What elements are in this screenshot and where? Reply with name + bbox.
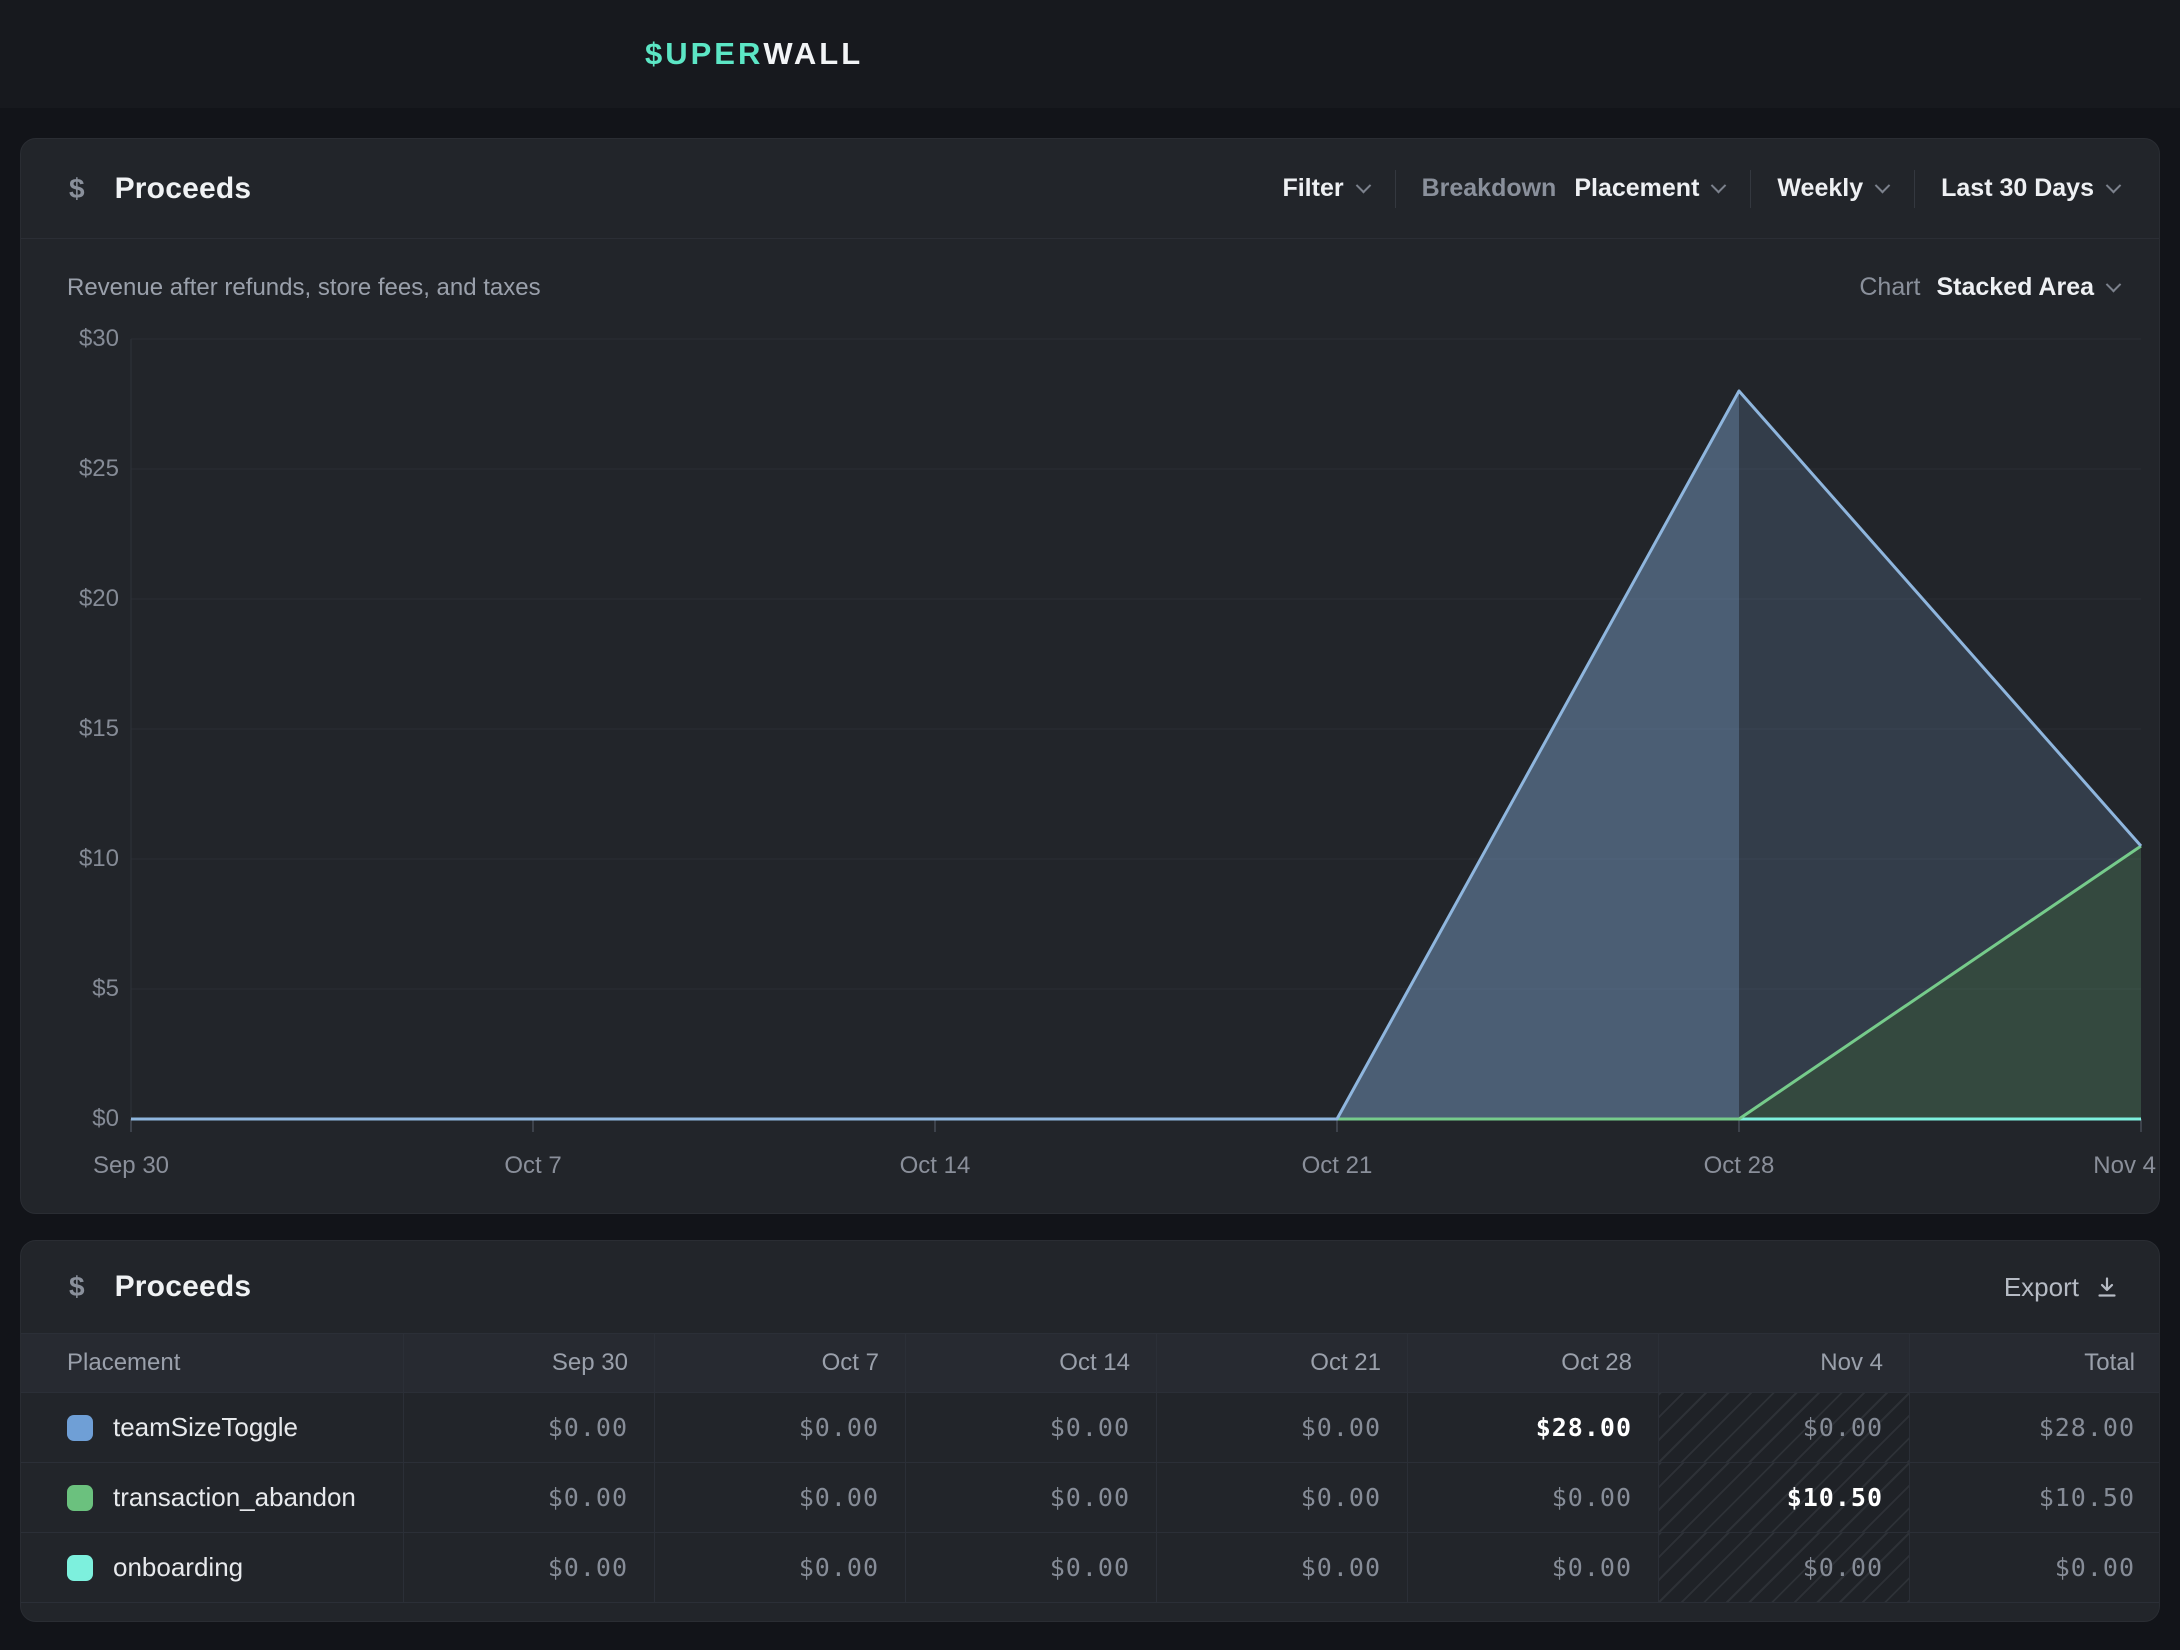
table-cell: $0.00	[1659, 1393, 1910, 1463]
logo-prefix: $UPER	[645, 36, 763, 72]
y-tick-label: $15	[29, 714, 119, 744]
area-teamSizeToggle	[131, 391, 1739, 1119]
breakdown-dropdown-value: Placement	[1574, 174, 1699, 203]
column-header-oct-21: Oct 21	[1157, 1333, 1408, 1393]
date-range-dropdown[interactable]: Last 30 Days	[1941, 174, 2119, 203]
filter-dropdown-label: Filter	[1282, 174, 1343, 203]
table-row-label: teamSizeToggle	[21, 1393, 404, 1463]
export-button[interactable]: Export	[2004, 1272, 2119, 1303]
table-cell: $0.00	[1659, 1533, 1910, 1603]
column-header-oct-28: Oct 28	[1408, 1333, 1659, 1393]
column-header-oct-7: Oct 7	[655, 1333, 906, 1393]
table-cell: $10.50	[1659, 1463, 1910, 1533]
table-cell: $0.00	[404, 1533, 655, 1603]
chart-type-dropdown-value: Stacked Area	[1937, 273, 2095, 302]
table-row-label: onboarding	[21, 1533, 404, 1603]
filter-dropdown[interactable]: Filter	[1282, 174, 1368, 203]
column-header-total: Total	[1910, 1333, 2160, 1393]
y-tick-label: $20	[29, 584, 119, 614]
chart-type-dropdown[interactable]: Chart Stacked Area	[1859, 273, 2119, 302]
y-tick-label: $25	[29, 454, 119, 484]
chart-panel-title: Proceeds	[115, 172, 252, 206]
placement-name: teamSizeToggle	[113, 1412, 298, 1443]
placement-name: transaction_abandon	[113, 1482, 356, 1513]
chart-subheader: Revenue after refunds, store fees, and t…	[21, 239, 2159, 302]
series-color-swatch	[67, 1555, 93, 1581]
column-header-nov-4: Nov 4	[1659, 1333, 1910, 1393]
proceeds-table: PlacementSep 30Oct 7Oct 14Oct 21Oct 28No…	[21, 1333, 2159, 1603]
table-cell: $0.00	[655, 1533, 906, 1603]
chevron-down-icon	[1355, 178, 1371, 194]
table-row-label: transaction_abandon	[21, 1463, 404, 1533]
logo-suffix: WALL	[763, 36, 863, 72]
table-cell: $0.00	[1157, 1393, 1408, 1463]
dollar-icon: $	[69, 1271, 85, 1303]
placement-name: onboarding	[113, 1552, 243, 1583]
proceeds-table-panel: $ Proceeds Export PlacementSep 30Oct 7Oc…	[20, 1240, 2160, 1622]
x-tick-label: Oct 7	[433, 1151, 633, 1181]
table-cell: $0.00	[404, 1463, 655, 1533]
y-tick-label: $0	[29, 1104, 119, 1134]
chart-type-dropdown-label: Chart	[1859, 273, 1920, 302]
superwall-logo: $UPERWALL	[645, 0, 863, 108]
table-cell: $0.00	[655, 1393, 906, 1463]
chart-panel-header: $ Proceeds Filter Breakdown Placement We…	[21, 139, 2159, 239]
download-icon	[2095, 1275, 2119, 1299]
table-cell-total: $28.00	[1910, 1393, 2160, 1463]
table-cell: $28.00	[1408, 1393, 1659, 1463]
table-cell-total: $10.50	[1910, 1463, 2160, 1533]
date-range-dropdown-value: Last 30 Days	[1941, 174, 2094, 203]
dollar-icon: $	[69, 173, 85, 205]
breakdown-dropdown-label: Breakdown	[1422, 174, 1557, 203]
table-cell: $0.00	[1408, 1463, 1659, 1533]
divider	[1395, 170, 1396, 208]
chevron-down-icon	[2106, 178, 2122, 194]
table-panel-header: $ Proceeds Export	[21, 1241, 2159, 1333]
table-cell: $0.00	[906, 1393, 1157, 1463]
y-tick-label: $30	[29, 324, 119, 354]
proceeds-chart-panel: $ Proceeds Filter Breakdown Placement We…	[20, 138, 2160, 1214]
table-cell: $0.00	[906, 1463, 1157, 1533]
table-cell: $0.00	[1157, 1533, 1408, 1603]
column-header-oct-14: Oct 14	[906, 1333, 1157, 1393]
column-header-sep-30: Sep 30	[404, 1333, 655, 1393]
interval-dropdown[interactable]: Weekly	[1777, 174, 1888, 203]
x-tick-label: Oct 21	[1237, 1151, 1437, 1181]
export-button-label: Export	[2004, 1272, 2079, 1303]
chevron-down-icon	[2106, 277, 2122, 293]
x-tick-label: Oct 28	[1639, 1151, 1839, 1181]
table-panel-title: Proceeds	[115, 1270, 252, 1304]
topbar: $UPERWALL	[0, 0, 2180, 108]
x-tick-label: Nov 4	[1956, 1151, 2156, 1181]
breakdown-dropdown[interactable]: Breakdown Placement	[1422, 174, 1725, 203]
chevron-down-icon	[1711, 178, 1727, 194]
table-cell: $0.00	[1157, 1463, 1408, 1533]
table-cell: $0.00	[404, 1393, 655, 1463]
divider	[1914, 170, 1915, 208]
divider	[1750, 170, 1751, 208]
table-cell: $0.00	[655, 1463, 906, 1533]
column-header-placement: Placement	[21, 1333, 404, 1393]
chart-filter-bar: Filter Breakdown Placement Weekly Last 3…	[1282, 170, 2119, 208]
proceeds-chart[interactable]	[131, 339, 2141, 1119]
interval-dropdown-value: Weekly	[1777, 174, 1863, 203]
chart-subtitle: Revenue after refunds, store fees, and t…	[67, 274, 541, 302]
y-tick-label: $10	[29, 844, 119, 874]
chevron-down-icon	[1875, 178, 1891, 194]
series-color-swatch	[67, 1415, 93, 1441]
table-cell: $0.00	[1408, 1533, 1659, 1603]
y-tick-label: $5	[29, 974, 119, 1004]
table-cell-total: $0.00	[1910, 1533, 2160, 1603]
x-tick-label: Sep 30	[31, 1151, 231, 1181]
x-tick-label: Oct 14	[835, 1151, 1035, 1181]
proceeds-chart-svg	[131, 339, 2141, 1119]
series-color-swatch	[67, 1485, 93, 1511]
table-cell: $0.00	[906, 1533, 1157, 1603]
